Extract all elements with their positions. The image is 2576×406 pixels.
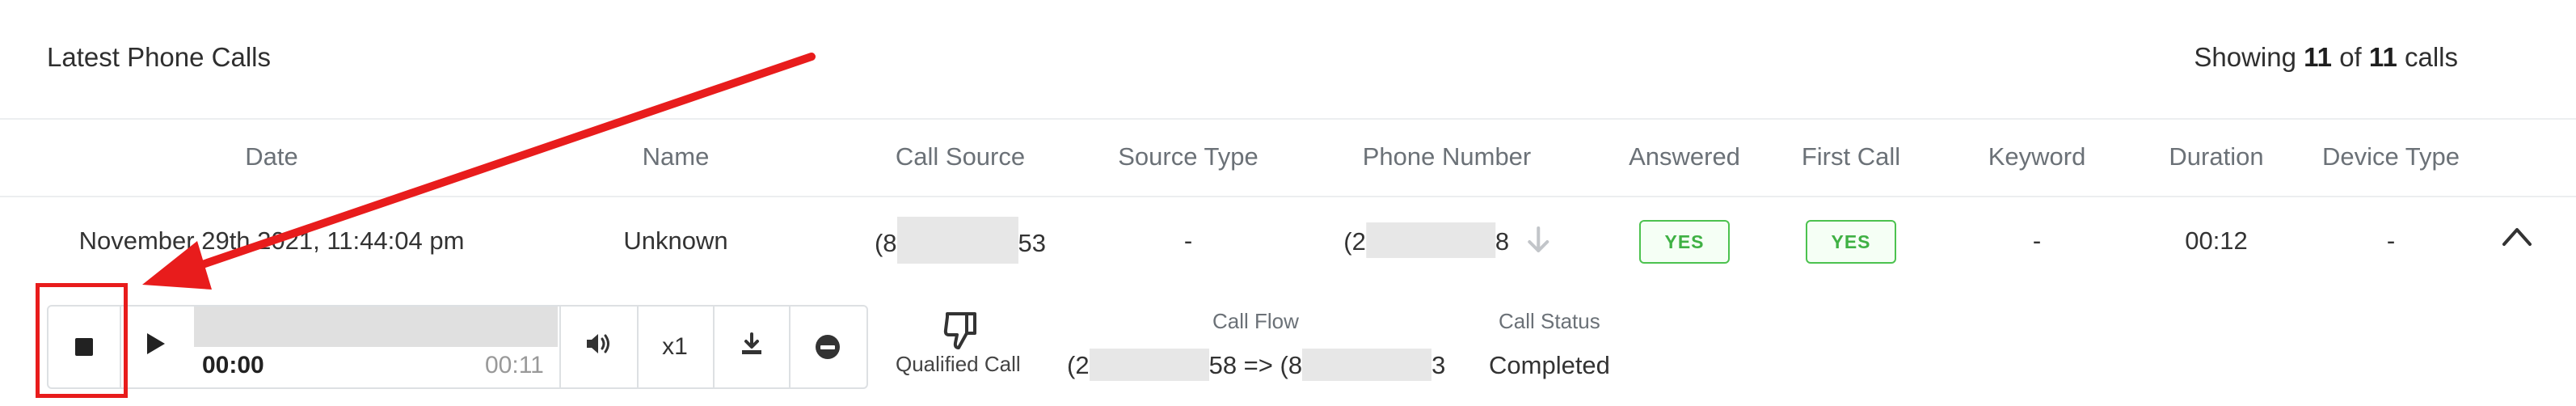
call-flow-to: 3	[1431, 351, 1446, 379]
call-flow-label: Call Flow	[1212, 309, 1299, 333]
call-flow-arrow: 58 => (8	[1208, 351, 1303, 379]
redacted-block	[1302, 348, 1432, 381]
annotation-arrow	[142, 53, 816, 290]
call-flow-from: (2	[1067, 351, 1090, 379]
call-flow-value: (2 58 => (8 3	[1067, 348, 1446, 381]
call-status-label: Call Status	[1499, 309, 1600, 333]
qualified-call-label: Qualified Call	[896, 352, 1021, 376]
thumbs-down-icon[interactable]	[942, 311, 980, 355]
call-status-value: Completed	[1489, 351, 1610, 379]
redacted-block	[1089, 348, 1209, 381]
